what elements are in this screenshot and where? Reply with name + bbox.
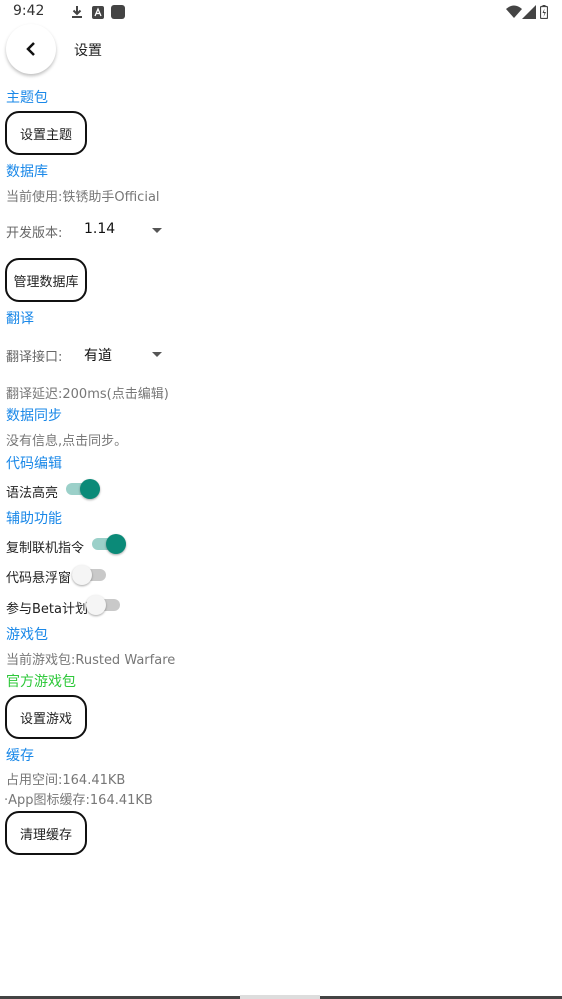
database-current: 当前使用:铁锈助手Official xyxy=(6,190,160,205)
dropdown-arrow-icon[interactable] xyxy=(152,228,162,233)
set-game-button[interactable]: 设置游戏 xyxy=(5,695,87,739)
translate-api-value[interactable]: 有道 xyxy=(84,345,112,365)
back-button[interactable] xyxy=(6,24,56,74)
manage-database-button[interactable]: 管理数据库 xyxy=(5,258,87,302)
syntax-highlight-switch[interactable] xyxy=(66,479,100,499)
gesture-handle[interactable] xyxy=(240,995,320,999)
version-label: 开发版本: xyxy=(6,226,63,241)
section-translate: 翻译 xyxy=(6,311,34,327)
section-theme: 主题包 xyxy=(6,90,48,106)
beta-program-label: 参与Beta计划 xyxy=(6,602,88,617)
status-time: 9:42 xyxy=(13,3,45,19)
section-game-pack: 游戏包 xyxy=(6,627,48,643)
set-theme-button[interactable]: 设置主题 xyxy=(5,111,87,155)
download-icon xyxy=(70,4,84,23)
icon-cache: ·App图标缓存:164.41KB xyxy=(4,793,153,808)
syntax-highlight-label: 语法高亮 xyxy=(6,486,59,501)
sync-info[interactable]: 没有信息,点击同步。 xyxy=(6,430,127,449)
beta-program-switch[interactable] xyxy=(86,595,120,615)
cache-used: 占用空间:164.41KB xyxy=(6,773,126,788)
dropdown-arrow-icon[interactable] xyxy=(152,352,162,357)
code-float-label: 代码悬浮窗 xyxy=(6,571,72,586)
wifi-icon xyxy=(506,4,522,23)
font-a-icon xyxy=(92,4,104,23)
translate-delay[interactable]: 翻译延迟:200ms(点击编辑) xyxy=(6,383,169,402)
section-sync: 数据同步 xyxy=(6,408,62,424)
signal-icon xyxy=(522,4,536,23)
section-cache: 缓存 xyxy=(6,748,34,764)
square-app-icon xyxy=(111,4,125,23)
clear-cache-button[interactable]: 清理缓存 xyxy=(5,811,87,855)
game-pack-current: 当前游戏包:Rusted Warfare xyxy=(6,653,176,668)
section-assist: 辅助功能 xyxy=(6,511,62,527)
translate-api-label: 翻译接口: xyxy=(6,350,63,365)
chevron-left-icon xyxy=(26,42,35,56)
code-float-switch[interactable] xyxy=(72,565,106,585)
official-game-pack-link[interactable]: 官方游戏包 xyxy=(6,671,76,691)
settings-screen: 9:42 设置 主题包 设置主题 数据库 当前使用:铁锈助手Official 开… xyxy=(0,0,562,999)
copy-command-switch[interactable] xyxy=(92,534,126,554)
section-database: 数据库 xyxy=(6,164,48,180)
section-code-edit: 代码编辑 xyxy=(6,456,62,472)
battery-icon xyxy=(539,4,549,23)
status-bar: 9:42 xyxy=(0,0,562,24)
page-title: 设置 xyxy=(74,43,102,59)
version-value[interactable]: 1.14 xyxy=(84,221,115,237)
copy-command-label: 复制联机指令 xyxy=(6,541,85,556)
